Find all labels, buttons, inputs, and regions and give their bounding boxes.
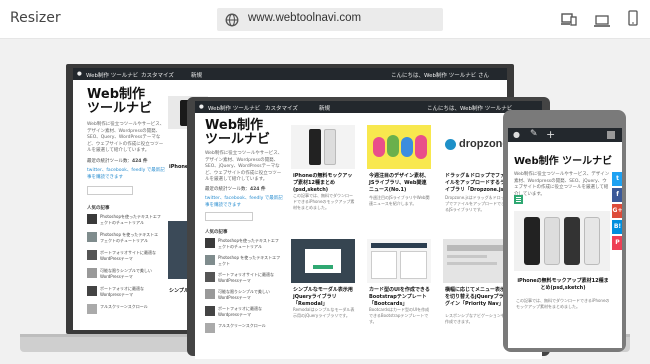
- share-button[interactable]: P: [612, 236, 622, 250]
- list-item[interactable]: フルスクリーンスクロール: [218, 323, 282, 329]
- list-item[interactable]: ポートフォリオサイトに最適なWordPressテーマ: [100, 250, 162, 262]
- popular-heading: 人気の記事: [87, 206, 110, 211]
- list-item-thumbnail[interactable]: [87, 304, 97, 314]
- tool-count: 最近の統計ツール数：424 件: [87, 159, 148, 164]
- list-item-thumbnail[interactable]: [205, 289, 215, 299]
- follow-links[interactable]: twitter、facebook、feedly で最新記事を購読できます: [87, 168, 167, 181]
- list-item[interactable]: 可能な限りシンプルで美しいWordPressテーマ: [218, 289, 282, 301]
- popular-heading: 人気の記事: [205, 230, 228, 235]
- card-image-bootcards[interactable]: [367, 239, 431, 283]
- list-item[interactable]: 可能な限りシンプルで美しいWordPressテーマ: [100, 268, 162, 280]
- card-excerpt: Remodalはシンプルなモーダル表示用のjQueryライブラリです。: [293, 307, 355, 318]
- list-item[interactable]: ポートフォリオに最適なWordpressテーマ: [100, 286, 162, 298]
- globe-icon: [225, 12, 239, 31]
- site-title: Web制作 ツールナビ: [205, 118, 271, 148]
- card-title[interactable]: 今週注目のデザイン素材、JSライブラリ、Web関連ニュース(No.1): [369, 173, 431, 193]
- card-image-iphone[interactable]: [291, 125, 355, 169]
- admin-bar: ● ✎ +: [508, 128, 622, 142]
- share-button[interactable]: f: [612, 188, 622, 202]
- list-item-thumbnail[interactable]: [205, 272, 215, 282]
- list-item[interactable]: Photoshop を使ったテキストエフェクトのチュートリアル: [100, 232, 162, 244]
- wordpress-icon[interactable]: ●: [513, 130, 520, 139]
- list-item-thumbnail[interactable]: [205, 306, 215, 316]
- follow-links[interactable]: twitter、facebook、feedly で最新記事を購読できます: [205, 196, 285, 209]
- list-item-thumbnail[interactable]: [87, 232, 97, 242]
- menu-icon[interactable]: [514, 195, 523, 204]
- card-image-design[interactable]: [367, 125, 431, 169]
- list-item[interactable]: フルスクリーンスクロール: [100, 304, 162, 310]
- smartphone-icon[interactable]: [628, 10, 638, 30]
- site-title: Web制作 ツールナビ: [514, 156, 613, 167]
- card-title[interactable]: シンプル: [169, 288, 189, 295]
- laptop-icon[interactable]: [594, 12, 610, 31]
- list-item-thumbnail[interactable]: [205, 255, 215, 265]
- share-button-label: t: [616, 175, 619, 182]
- list-item-thumbnail[interactable]: [205, 323, 215, 333]
- card-title[interactable]: ドラッグ＆ドロップでファイルをアップロードするライブラリ「Dropzone.js…: [445, 173, 509, 193]
- card-excerpt: この記事では、無料でダウンロードできるiPhoneのモックアップ素材をまとめまし…: [516, 298, 610, 309]
- admin-new[interactable]: 新規: [319, 104, 330, 112]
- admin-site-name[interactable]: Web制作 ツールナビ: [208, 104, 260, 112]
- tool-count: 最近の統計ツール数：424 件: [205, 187, 266, 192]
- list-item-thumbnail[interactable]: [87, 268, 97, 278]
- share-button[interactable]: G+: [612, 204, 622, 218]
- admin-greeting[interactable]: こんにちは、Web制作 ツールナビ: [427, 104, 512, 112]
- list-item[interactable]: Photoshopを使ったテキストエフェクトのチュートリアル: [218, 238, 282, 250]
- app-title: Resizer: [10, 10, 61, 26]
- edit-icon[interactable]: ✎: [530, 129, 538, 139]
- share-button-label: f: [616, 191, 619, 198]
- card-excerpt: 今週注目のJSライブラリやWeb関連ニュースを紹介します。: [369, 195, 430, 206]
- wordpress-icon: ●: [77, 71, 82, 77]
- admin-greeting[interactable]: こんにちは、Web制作 ツールナビ さん: [391, 71, 489, 79]
- admin-site-name[interactable]: Web制作 ツールナビ: [86, 71, 138, 79]
- app-header: Resizer www.webtoolnavi.com: [0, 0, 650, 39]
- list-item[interactable]: ポートフォリオサイトに最適なWordPressテーマ: [218, 272, 282, 284]
- card-image-dropzone[interactable]: dropzone: [443, 125, 507, 169]
- admin-bar: ● Web制作 ツールナビ カスタマイズ 新規 こんにちは、Web制作 ツールナ…: [195, 101, 542, 113]
- card-title[interactable]: カード型のUIを作成できるBootstrapテンプレート「Bootcards」: [369, 287, 431, 307]
- card-title[interactable]: iPhoneの無料モックアップ素材12種まとめ(psd,sketch): [293, 173, 355, 193]
- list-item[interactable]: Photoshop を使ったテキストエフェクト: [218, 255, 282, 267]
- phone-screen[interactable]: ● ✎ + Web制作 ツールナビ Web制作に役立つツールやサービス、デザイン…: [508, 128, 622, 348]
- card-image-remodal[interactable]: [291, 239, 355, 283]
- site-description: Web制作に役立つツールやサービス、デザイン素材、Wordpressの開発、SE…: [514, 172, 610, 197]
- card-title[interactable]: iPhoneの無料モックアップ素材12種まとめ(psd,sketch): [516, 278, 610, 292]
- search-box[interactable]: [205, 212, 253, 221]
- url-field[interactable]: www.webtoolnavi.com: [217, 8, 443, 31]
- site-description: Web制作に役立つツールやサービス、デザイン素材、Wordpressの開発、SE…: [205, 151, 283, 183]
- list-item[interactable]: ポートフォリオに最適なWordpressテーマ: [218, 306, 282, 318]
- list-item-thumbnail[interactable]: [87, 286, 97, 296]
- admin-bar: ● Web制作 ツールナビ カスタマイズ 新規 こんにちは、Web制作 ツールナ…: [73, 68, 507, 80]
- share-button-label: B!: [613, 223, 622, 230]
- list-item[interactable]: Photoshopを使ったテキストエフェクトのチュートリアル: [100, 214, 162, 226]
- list-item-thumbnail[interactable]: [87, 214, 97, 224]
- share-button[interactable]: B!: [612, 220, 622, 234]
- url-text: www.webtoolnavi.com: [248, 12, 362, 24]
- wordpress-icon: ●: [199, 104, 204, 110]
- admin-customize[interactable]: カスタマイズ: [141, 71, 174, 79]
- card-title[interactable]: シンプルなモーダル表示用jQueryライブラリ「Remodal」: [293, 287, 355, 307]
- plus-icon[interactable]: +: [546, 128, 555, 141]
- card-excerpt: レスポンシブなナビゲーションを作成できます。: [445, 313, 505, 324]
- list-item-thumbnail[interactable]: [205, 238, 215, 248]
- card-excerpt: Dropzone.jsはドラッグ＆ドロップでファイルをアップロードできるJSライ…: [445, 195, 505, 212]
- avatar[interactable]: [607, 131, 615, 139]
- card-excerpt: この記事では、無料でダウンロードできるiPhoneのモックアップ素材をまとめまし…: [293, 193, 355, 210]
- card-title[interactable]: iPhone: [169, 164, 188, 171]
- share-button-label: G+: [612, 207, 622, 214]
- card-title[interactable]: 横幅に応じてメニュー表示を切り替えるjQueryプラグイン「Priority N…: [445, 287, 507, 307]
- card-excerpt: Bootcardsはカード型のUIを作成できるBootstrapテンプレートです…: [369, 307, 430, 324]
- search-box[interactable]: [87, 186, 133, 195]
- admin-customize[interactable]: カスタマイズ: [265, 104, 298, 112]
- devices-icon[interactable]: [561, 11, 577, 30]
- list-item-thumbnail[interactable]: [87, 250, 97, 260]
- site-title: Web制作 ツールナビ: [87, 87, 153, 117]
- share-button-label: P: [615, 239, 620, 246]
- share-button[interactable]: t: [612, 172, 622, 186]
- tablet-screen[interactable]: ● Web制作 ツールナビ カスタマイズ 新規 こんにちは、Web制作 ツールナ…: [195, 101, 542, 359]
- admin-new[interactable]: 新規: [191, 71, 202, 79]
- card-image-iphone[interactable]: [514, 211, 610, 271]
- card-image-prioritynav[interactable]: [443, 239, 507, 283]
- site-description: Web制作に役立つツールやサービス、デザイン素材、Wordpressの開発、SE…: [87, 122, 165, 154]
